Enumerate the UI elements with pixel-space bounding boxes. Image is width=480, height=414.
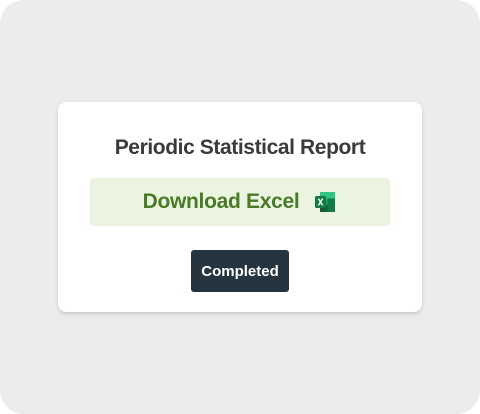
page-background: Periodic Statistical Report Download Exc…	[0, 0, 480, 414]
excel-icon	[313, 190, 337, 214]
completed-status-button[interactable]: Completed	[191, 250, 289, 292]
download-excel-label: Download Excel	[142, 190, 300, 213]
report-card: Periodic Statistical Report Download Exc…	[58, 102, 422, 312]
report-title: Periodic Statistical Report	[114, 136, 366, 159]
download-excel-button[interactable]: Download Excel	[90, 178, 390, 226]
